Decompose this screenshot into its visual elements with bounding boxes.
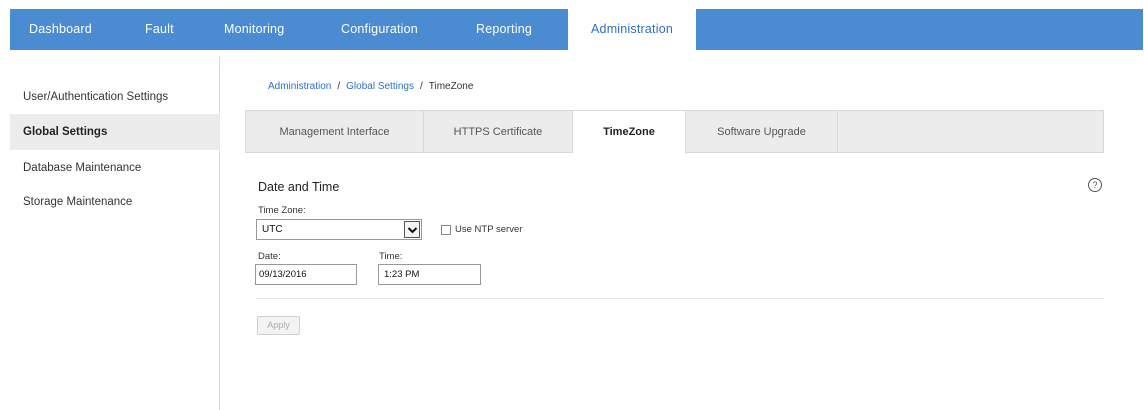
nav-tab-administration[interactable]: Administration [568, 9, 696, 51]
time-label: Time: [379, 251, 403, 262]
date-label: Date: [258, 251, 281, 262]
time-input[interactable]: 1:23 PM [378, 264, 481, 285]
use-ntp-server-label[interactable]: Use NTP server [455, 224, 522, 235]
date-input[interactable]: 09/13/2016 [255, 264, 357, 285]
form-divider [256, 298, 1104, 299]
use-ntp-server-checkbox[interactable] [441, 225, 451, 235]
sidebar-item-storage-maintenance[interactable]: Storage Maintenance [10, 184, 220, 220]
nav-tab-reporting[interactable]: Reporting [476, 9, 532, 50]
breadcrumb-separator: / [337, 81, 341, 92]
subtab-management-interface[interactable]: Management Interface [246, 111, 424, 153]
nav-tab-configuration[interactable]: Configuration [341, 9, 418, 50]
timezone-select[interactable]: UTC [256, 219, 422, 240]
chevron-down-icon[interactable] [404, 221, 420, 238]
breadcrumb: Administration / Global Settings / TimeZone [268, 81, 473, 92]
subtab-https-certificate[interactable]: HTTPS Certificate [424, 111, 573, 153]
apply-button[interactable]: Apply [257, 316, 300, 335]
sidebar-item-database-maintenance[interactable]: Database Maintenance [10, 150, 220, 186]
nav-tab-monitoring[interactable]: Monitoring [224, 9, 284, 50]
breadcrumb-administration[interactable]: Administration [268, 81, 331, 92]
settings-subtabs: Management Interface HTTPS Certificate T… [245, 110, 1104, 154]
help-icon[interactable]: ? [1088, 178, 1102, 192]
nav-tab-dashboard[interactable]: Dashboard [29, 9, 92, 50]
subtab-timezone[interactable]: TimeZone [573, 111, 686, 154]
timezone-label: Time Zone: [258, 205, 306, 216]
sidebar: User/Authentication Settings Global Sett… [10, 56, 220, 410]
breadcrumb-global-settings[interactable]: Global Settings [346, 81, 414, 92]
section-title-date-and-time: Date and Time [258, 180, 340, 194]
timezone-selected-value: UTC [262, 224, 283, 235]
breadcrumb-separator: / [419, 81, 423, 92]
top-navigation-bar: Dashboard Fault Monitoring Configuration… [10, 9, 1143, 51]
breadcrumb-current-timezone: TimeZone [428, 81, 474, 92]
subtab-software-upgrade[interactable]: Software Upgrade [686, 111, 838, 153]
sidebar-item-global-settings[interactable]: Global Settings [10, 114, 220, 150]
nav-tab-fault[interactable]: Fault [145, 9, 174, 50]
sidebar-item-user-authentication-settings[interactable]: User/Authentication Settings [10, 79, 220, 115]
